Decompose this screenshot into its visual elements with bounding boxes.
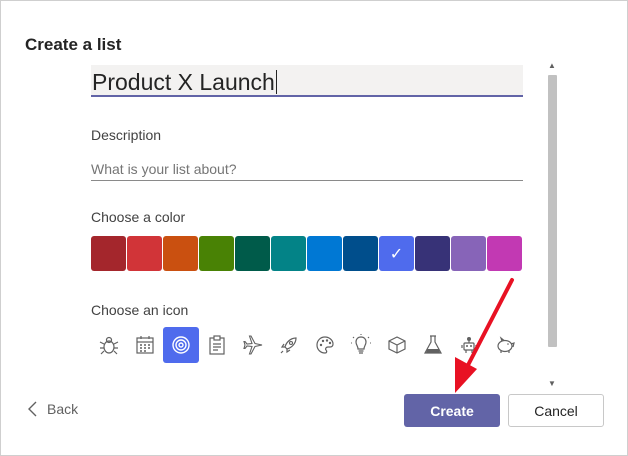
icon-label: Choose an icon xyxy=(91,302,189,318)
color-swatch[interactable] xyxy=(271,236,306,271)
color-swatch[interactable] xyxy=(307,236,342,271)
icon-option-bug[interactable] xyxy=(91,327,127,363)
icon-option-cube[interactable] xyxy=(379,327,415,363)
calendar-icon xyxy=(136,336,154,354)
dialog-title: Create a list xyxy=(25,35,122,54)
clipboard-icon xyxy=(209,335,225,355)
check-icon: ✓ xyxy=(389,245,404,263)
cancel-button[interactable]: Cancel xyxy=(508,394,604,427)
icon-option-airplane[interactable] xyxy=(235,327,271,363)
icon-picker xyxy=(91,327,523,363)
palette-icon xyxy=(316,336,334,354)
icon-option-robot[interactable] xyxy=(451,327,487,363)
color-swatch[interactable]: ✓ xyxy=(379,236,414,271)
color-label: Choose a color xyxy=(91,209,186,225)
color-swatch[interactable] xyxy=(163,236,198,271)
flask-icon xyxy=(423,335,443,354)
text-caret xyxy=(275,70,277,94)
icon-option-flask[interactable] xyxy=(415,327,451,363)
color-swatch[interactable] xyxy=(127,236,162,271)
back-label: Back xyxy=(47,401,79,417)
color-swatch[interactable] xyxy=(199,236,234,271)
color-swatch[interactable] xyxy=(343,236,378,271)
icon-option-clipboard[interactable] xyxy=(199,327,235,363)
scroll-up-arrow-icon[interactable]: ▲ xyxy=(548,61,556,70)
color-swatch[interactable] xyxy=(91,236,126,271)
airplane-icon xyxy=(243,335,263,355)
description-input[interactable] xyxy=(91,153,523,181)
chevron-left-icon xyxy=(28,401,37,417)
cube-icon xyxy=(388,336,406,354)
target-icon xyxy=(172,336,190,354)
color-swatch[interactable] xyxy=(451,236,486,271)
icon-option-lightbulb[interactable] xyxy=(343,327,379,363)
scroll-down-arrow-icon[interactable]: ▼ xyxy=(548,379,556,388)
color-picker: ✓ xyxy=(91,236,522,271)
create-list-dialog: Create a list Product X Launch Descripti… xyxy=(0,0,628,456)
back-link[interactable]: Back xyxy=(27,401,78,417)
icon-option-rocket[interactable] xyxy=(271,327,307,363)
list-name-value: Product X Launch xyxy=(92,69,275,95)
robot-icon xyxy=(461,337,477,353)
create-button[interactable]: Create xyxy=(404,394,500,427)
list-name-input[interactable]: Product X Launch xyxy=(91,65,523,97)
bug-icon xyxy=(99,336,119,355)
piggy-bank-icon xyxy=(497,336,515,353)
rocket-icon xyxy=(280,337,297,354)
lightbulb-icon xyxy=(351,334,371,354)
icon-option-piggy-bank[interactable] xyxy=(487,327,523,363)
scrollbar[interactable]: ▲ ▼ xyxy=(545,59,559,391)
description-label: Description xyxy=(91,127,162,143)
icon-option-palette[interactable] xyxy=(307,327,343,363)
dialog-form: Product X Launch Description Choose a co… xyxy=(91,61,523,381)
icon-option-target[interactable] xyxy=(163,327,199,363)
scrollbar-thumb[interactable] xyxy=(548,75,557,347)
color-swatch[interactable] xyxy=(415,236,450,271)
icon-option-calendar[interactable] xyxy=(127,327,163,363)
color-swatch[interactable] xyxy=(487,236,522,271)
color-swatch[interactable] xyxy=(235,236,270,271)
